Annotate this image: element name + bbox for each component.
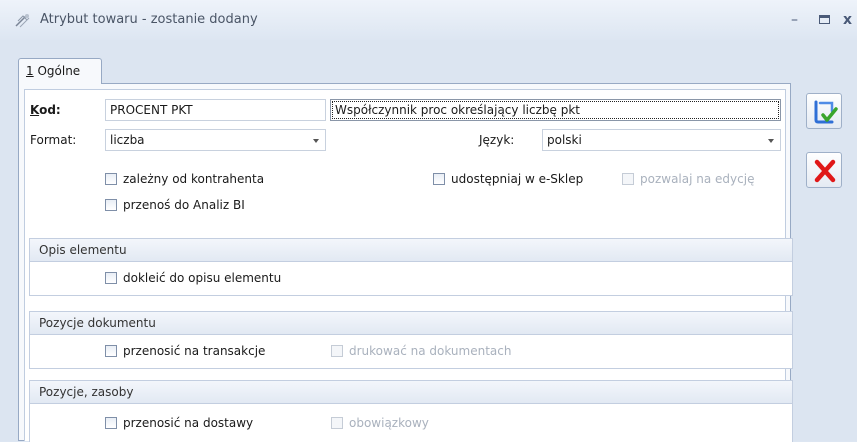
format-select-value: liczba [110,133,145,147]
group-opis-body: dokleić do opisu elementu [30,262,792,295]
transakcje-label: przenosić na transakcje [123,344,266,358]
eshop-checkbox[interactable]: udostępniaj w e-Sklep [433,172,583,186]
app-icon [14,12,32,30]
description-input[interactable]: Współczynnik proc określający liczbę pkt [330,99,781,121]
checkbox-box[interactable] [105,417,117,429]
save-button[interactable] [806,93,842,129]
save-check-icon [814,100,838,124]
tab-ogolne-label: Ogólne [33,64,81,78]
checkbox-box [331,417,343,429]
tab-panel: Kod: PROCENT PKT Współczynnik proc okreś… [18,83,793,442]
dostawy-checkbox[interactable]: przenosić na dostawy [105,416,253,430]
group-pozycje-dokumentu: Pozycje dokumentu przenosić na transakcj… [29,311,793,369]
jezyk-select[interactable]: polski [542,129,781,151]
dokleic-checkbox[interactable]: dokleić do opisu elementu [105,271,281,285]
close-button[interactable]: x [843,12,852,28]
checkbox-box[interactable] [105,199,117,211]
jezyk-select-value: polski [547,133,582,147]
group-opis-title: Opis elementu [30,239,792,262]
red-x-icon [814,159,836,183]
checkbox-box [331,345,343,357]
title-bar[interactable]: Atrybut towaru - zostanie dodany – x [0,0,857,40]
chevron-down-icon [313,139,319,143]
dialog-window: Atrybut towaru - zostanie dodany – x 1 O… [0,0,857,442]
window-title: Atrybut towaru - zostanie dodany [40,12,258,27]
checkbox-box[interactable] [105,272,117,284]
analiz-bi-checkbox[interactable]: przenoś do Analiz BI [105,198,245,212]
kod-label: Kod: [30,103,61,117]
maximize-button[interactable] [819,15,830,24]
cancel-button[interactable] [806,152,842,188]
checkbox-box[interactable] [105,345,117,357]
dokleic-label: dokleić do opisu elementu [123,271,282,285]
tab-ogolne[interactable]: 1 Ogólne [18,58,102,84]
group-pozycje-zasoby: Pozycje, zasoby przenosić na dostawy obo… [29,380,793,442]
jezyk-label: Język: [479,133,515,147]
drukowac-checkbox: drukować na dokumentach [331,344,511,358]
checkbox-box[interactable] [105,173,117,185]
analiz-bi-label: przenoś do Analiz BI [123,198,245,212]
edycja-label: pozwalaj na edycję [640,172,755,186]
group-pozycje-zasoby-body: przenosić na dostawy obowiązkowy [30,404,792,442]
transakcje-checkbox[interactable]: przenosić na transakcje [105,344,265,358]
tab-ogolne-key: 1 [26,64,34,78]
edycja-checkbox: pozwalaj na edycję [622,172,754,186]
obowiazkowy-label: obowiązkowy [349,416,429,430]
drukowac-label: drukować na dokumentach [349,344,512,358]
group-pozycje-zasoby-title: Pozycje, zasoby [30,381,792,404]
eshop-label: udostępniaj w e-Sklep [451,172,584,186]
chevron-down-icon [768,139,774,143]
group-pozycje-dok-title: Pozycje dokumentu [30,312,792,335]
group-pozycje-dok-body: przenosić na transakcje drukować na doku… [30,335,792,368]
format-select[interactable]: liczba [105,129,326,151]
obowiazkowy-checkbox: obowiązkowy [331,416,429,430]
kod-input[interactable]: PROCENT PKT [105,99,326,121]
zalezny-label: zależny od kontrahenta [123,172,265,186]
kod-label-rest: od: [39,103,61,117]
checkbox-box [622,173,634,185]
group-opis-elementu: Opis elementu dokleić do opisu elementu [29,238,793,296]
minimize-button[interactable]: – [791,12,798,28]
checkbox-box[interactable] [433,173,445,185]
format-label: Format: [30,133,77,147]
dostawy-label: przenosić na dostawy [123,416,254,430]
kod-label-key: K [30,103,40,117]
zalezny-checkbox[interactable]: zależny od kontrahenta [105,172,264,186]
form-area: Kod: PROCENT PKT Współczynnik proc okreś… [24,89,793,442]
